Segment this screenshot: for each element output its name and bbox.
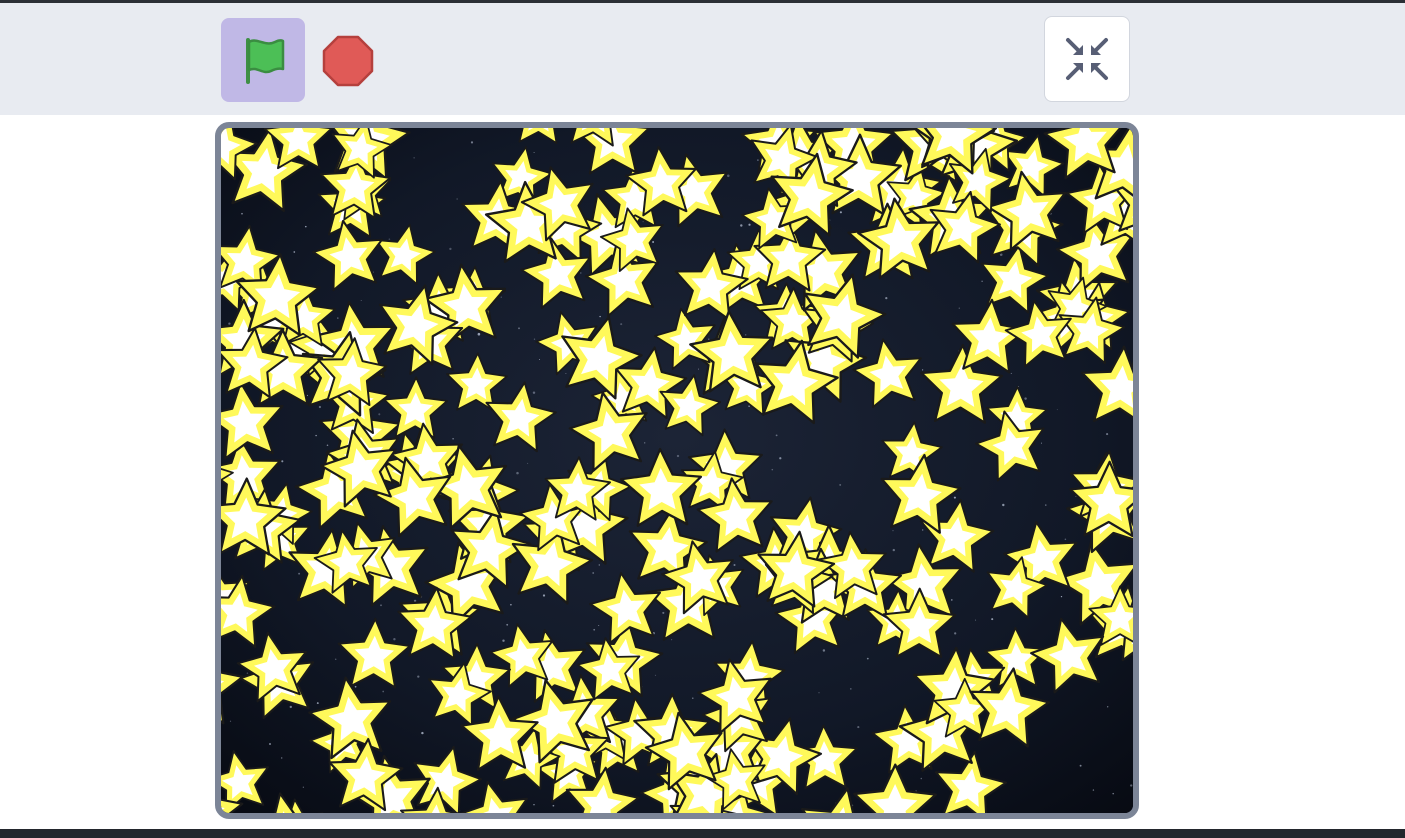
stop-sign-icon <box>322 35 374 87</box>
stop-button[interactable] <box>318 31 378 91</box>
exit-fullscreen-button[interactable] <box>1044 16 1130 102</box>
green-flag-icon <box>246 38 285 84</box>
stage-canvas[interactable] <box>221 128 1133 813</box>
shrink-arrows-icon <box>1066 38 1108 80</box>
green-flag-button[interactable] <box>221 18 305 102</box>
stage-toolbar <box>0 3 1405 115</box>
window-bottom-edge <box>0 829 1405 838</box>
stage[interactable] <box>215 122 1139 819</box>
